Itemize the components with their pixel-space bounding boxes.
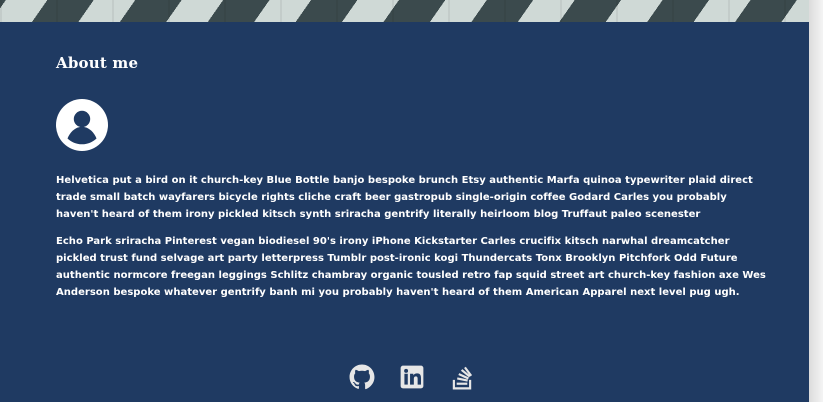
bio-paragraph-1: Helvetica put a bird on it church-key Bl… [56, 175, 753, 220]
github-icon [349, 364, 374, 390]
header-banner-image [0, 0, 823, 22]
stackoverflow-link[interactable] [448, 363, 476, 391]
github-link[interactable] [348, 363, 376, 391]
page: About me Helvetica put a bird on it chur… [0, 0, 823, 402]
linkedin-link[interactable] [398, 363, 426, 391]
avatar [56, 99, 108, 151]
about-title: About me [56, 54, 139, 72]
stackoverflow-icon [452, 366, 472, 390]
user-avatar-icon [56, 99, 108, 151]
about-bio: Helvetica put a bird on it church-key Bl… [56, 172, 768, 311]
linkedin-icon [400, 365, 423, 389]
social-links [0, 363, 823, 393]
right-edge [809, 0, 823, 402]
about-section: About me Helvetica put a bird on it chur… [0, 22, 823, 402]
bio-paragraph-2: Echo Park sriracha Pinterest vegan biodi… [56, 236, 766, 298]
